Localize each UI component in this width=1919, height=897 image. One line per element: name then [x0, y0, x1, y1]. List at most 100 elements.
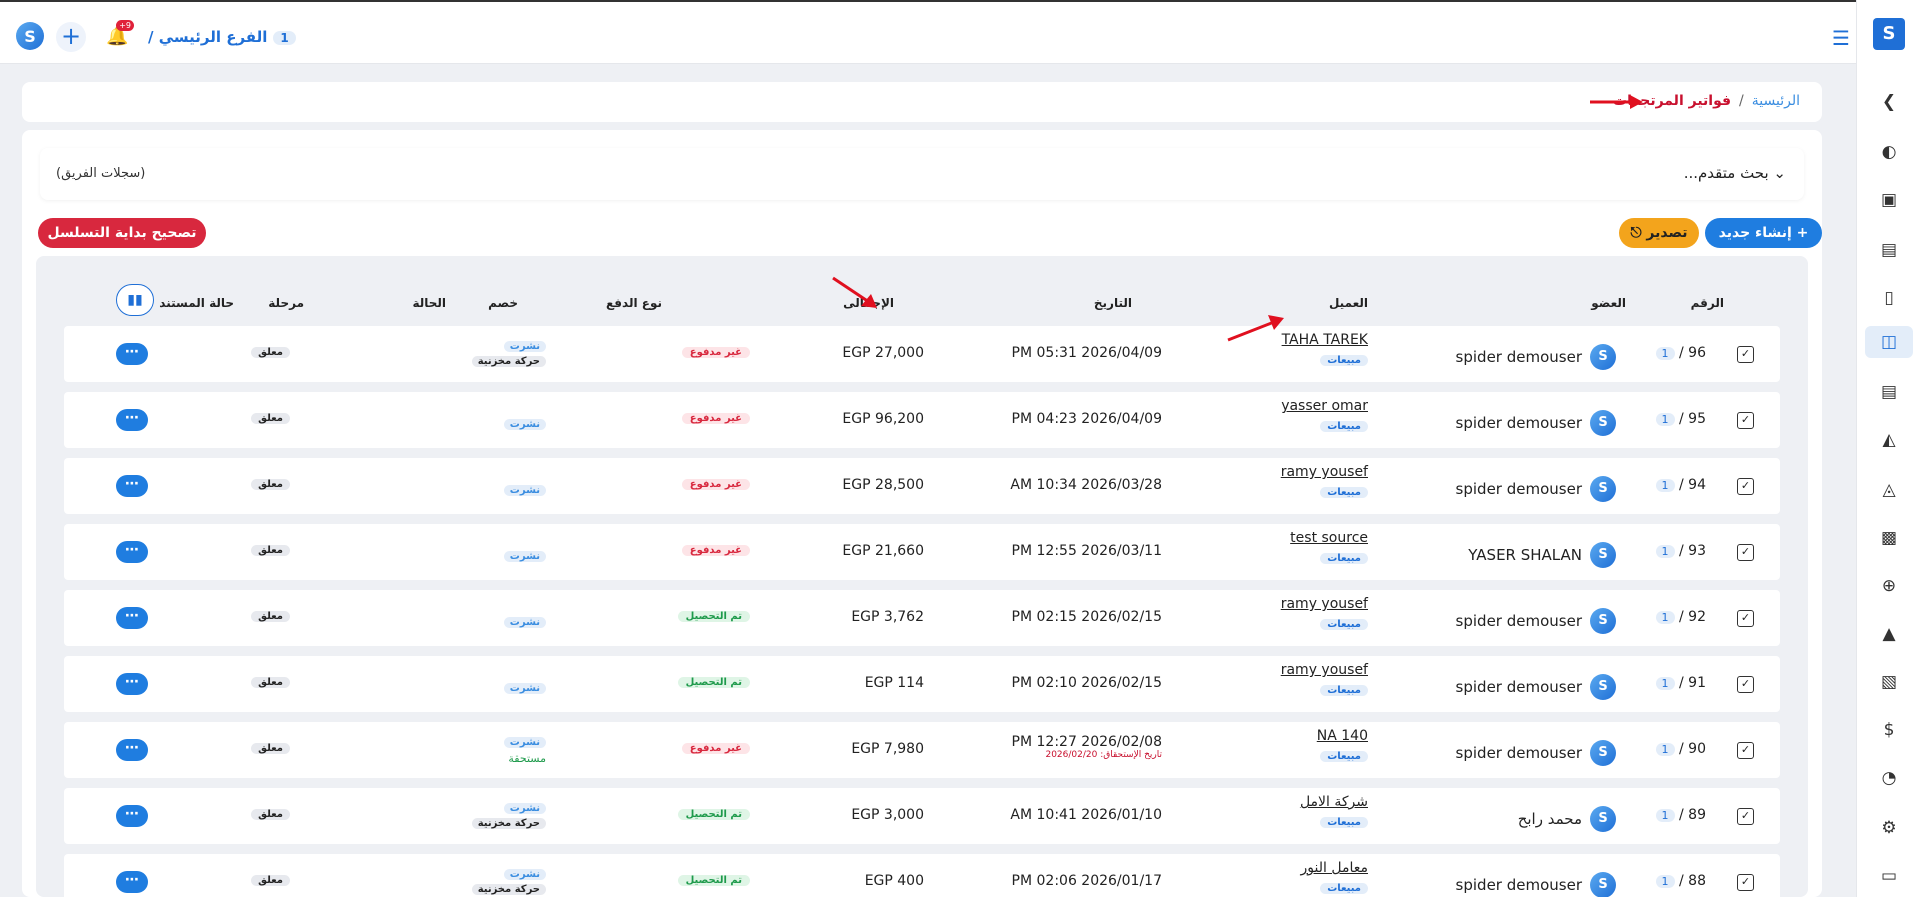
create-new-button[interactable]: + إنشاء جديد: [1705, 218, 1822, 248]
row-actions-button[interactable]: ⋯: [116, 871, 148, 893]
row-checkbox[interactable]: ✓: [1737, 478, 1754, 495]
row-checkbox[interactable]: ✓: [1737, 544, 1754, 561]
row-checkbox[interactable]: ✓: [1737, 676, 1754, 693]
invoice-tag-icon[interactable]: ◬: [1873, 474, 1905, 506]
client-link[interactable]: test source: [1290, 530, 1368, 546]
table-row[interactable]: ✓ 1 / 94 spider demouser S ramy yousef مبي…: [64, 458, 1780, 514]
cash-icon[interactable]: ▧: [1873, 666, 1905, 698]
stock-movement-badge: حركة مخزنية: [471, 884, 546, 895]
columns-toggle-icon[interactable]: ▮▮: [116, 284, 154, 316]
fix-sequence-button[interactable]: تصحيح بداية التسلسل: [38, 218, 206, 248]
row-checkbox[interactable]: ✓: [1737, 346, 1754, 363]
total-cell: EGP 21,660: [842, 543, 924, 559]
member-cell: spider demouser S: [1456, 872, 1616, 897]
client-cell: yasser omar مبيعات: [1281, 398, 1368, 433]
client-link[interactable]: ramy yousef: [1281, 662, 1368, 678]
chevron-left-icon[interactable]: ❮: [1873, 86, 1905, 118]
client-tag: مبيعات: [1320, 883, 1368, 894]
total-cell: EGP 96,200: [842, 411, 924, 427]
dollar-doc-icon[interactable]: $: [1873, 714, 1905, 746]
invoice-off-icon[interactable]: ◭: [1873, 424, 1905, 456]
gauge-icon[interactable]: ◐: [1873, 136, 1905, 168]
client-cell: TAHA TAREK مبيعات: [1282, 332, 1368, 367]
document-icon[interactable]: ▤: [1873, 376, 1905, 408]
invoice-number-value: 96: [1688, 345, 1706, 361]
doc-state-badge: معلق: [251, 677, 290, 688]
brand-logo[interactable]: S: [1873, 18, 1905, 50]
avatar: S: [1590, 542, 1616, 568]
client-link[interactable]: NA 140: [1317, 728, 1368, 744]
pos-icon[interactable]: ▣: [1873, 184, 1905, 216]
advanced-search-bar[interactable]: ⌄ بحث متقدم... (سجلات الفريق): [40, 148, 1804, 200]
add-button[interactable]: +: [56, 22, 86, 52]
client-link[interactable]: شركة الامل: [1300, 794, 1368, 810]
bell-icon[interactable]: 🔔 +9: [106, 20, 134, 48]
payment-status-badge: تم التحصيل: [677, 611, 750, 622]
doc-state-badge: معلق: [251, 413, 290, 424]
member-name: محمد رابح: [1517, 810, 1582, 828]
client-link[interactable]: yasser omar: [1281, 398, 1368, 414]
export-button[interactable]: تصدير ⎋: [1619, 218, 1699, 248]
branch-selector[interactable]: 1 الفرع الرئيسي /: [148, 28, 296, 46]
chart-icon[interactable]: ◔: [1873, 762, 1905, 794]
branch-pill: 1: [1655, 809, 1675, 822]
invoice-number-value: 93: [1688, 543, 1706, 559]
table-row[interactable]: ✓ 1 / 95 spider demouser S yasser omar مبي…: [64, 392, 1780, 448]
doc-state-badge: معلق: [251, 809, 290, 820]
payment-status-badge: غير مدفوع: [681, 743, 750, 754]
table-row[interactable]: ✓ 1 / 93 YASER SHALAN S test source مبيعات…: [64, 524, 1780, 580]
doc-state-badge: معلق: [251, 347, 290, 358]
total-cell: EGP 114: [864, 675, 924, 691]
breadcrumb-home[interactable]: الرئيسية: [1752, 93, 1800, 109]
doc-state-badge: معلق: [251, 479, 290, 490]
invoice-number: 1 / 93: [1653, 543, 1706, 559]
table-row[interactable]: ✓ 1 / 90 spider demouser S NA 140 مبيعات P…: [64, 722, 1780, 778]
row-checkbox[interactable]: ✓: [1737, 610, 1754, 627]
row-actions-button[interactable]: ⋯: [116, 475, 148, 497]
status-cell: نشرت حركة مخزنية: [471, 862, 546, 895]
add-doc-icon[interactable]: ▲: [1873, 618, 1905, 650]
table-row[interactable]: ✓ 1 / 96 spider demouser S TAHA TAREK مبيع…: [64, 326, 1780, 382]
menu-icon[interactable]: ☰: [1832, 26, 1850, 50]
row-checkbox[interactable]: ✓: [1737, 874, 1754, 891]
status-cell: نشرت مستحقة: [503, 730, 546, 765]
table-row[interactable]: ✓ 1 / 89 محمد رابح S شركة الامل مبيعات AM …: [64, 788, 1780, 844]
client-link[interactable]: ramy yousef: [1281, 464, 1368, 480]
register-icon[interactable]: ▤: [1873, 234, 1905, 266]
advanced-search-toggle[interactable]: ⌄ بحث متقدم...: [1684, 164, 1786, 182]
row-actions-button[interactable]: ⋯: [116, 739, 148, 761]
row-actions-button[interactable]: ⋯: [116, 343, 148, 365]
row-checkbox[interactable]: ✓: [1737, 808, 1754, 825]
row-actions-button[interactable]: ⋯: [116, 673, 148, 695]
row-checkbox[interactable]: ✓: [1737, 412, 1754, 429]
invoice-icon[interactable]: ▯: [1873, 282, 1905, 314]
invoice-number-value: 88: [1688, 873, 1706, 889]
breadcrumb: الرئيسية / فواتير المرتجعات: [22, 82, 1822, 122]
row-actions-button[interactable]: ⋯: [116, 607, 148, 629]
branch-pill: 1: [1655, 611, 1675, 624]
table-row[interactable]: ✓ 1 / 91 spider demouser S ramy yousef مبي…: [64, 656, 1780, 712]
stock-movement-badge: حركة مخزنية: [471, 356, 546, 367]
client-link[interactable]: TAHA TAREK: [1282, 332, 1368, 348]
client-link[interactable]: ramy yousef: [1281, 596, 1368, 612]
header-discount: خصم: [488, 296, 518, 310]
gear-icon[interactable]: ⚙: [1873, 812, 1905, 844]
table-row[interactable]: ✓ 1 / 92 spider demouser S ramy yousef مبي…: [64, 590, 1780, 646]
table-row[interactable]: ✓ 1 / 88 spider demouser S معامل النور مبي…: [64, 854, 1780, 897]
status-badge: نشرت: [503, 419, 546, 430]
invoice-number-value: 91: [1688, 675, 1706, 691]
row-actions-button[interactable]: ⋯: [116, 805, 148, 827]
status-cell: نشرت: [503, 412, 546, 431]
date-cell: PM 02:15 2026/02/15: [1012, 609, 1162, 625]
row-actions-button[interactable]: ⋯: [116, 409, 148, 431]
window-icon[interactable]: ▭: [1873, 860, 1905, 892]
status-cell: نشرت حركة مخزنية: [471, 334, 546, 367]
client-link[interactable]: معامل النور: [1301, 860, 1368, 876]
device-icon[interactable]: ▩: [1873, 522, 1905, 554]
return-invoice-icon[interactable]: ◫: [1865, 326, 1913, 358]
row-checkbox[interactable]: ✓: [1737, 742, 1754, 759]
add-invoice-icon[interactable]: ⊕: [1873, 570, 1905, 602]
notification-badge: +9: [116, 20, 134, 31]
row-actions-button[interactable]: ⋯: [116, 541, 148, 563]
app-logo[interactable]: S: [16, 22, 44, 50]
